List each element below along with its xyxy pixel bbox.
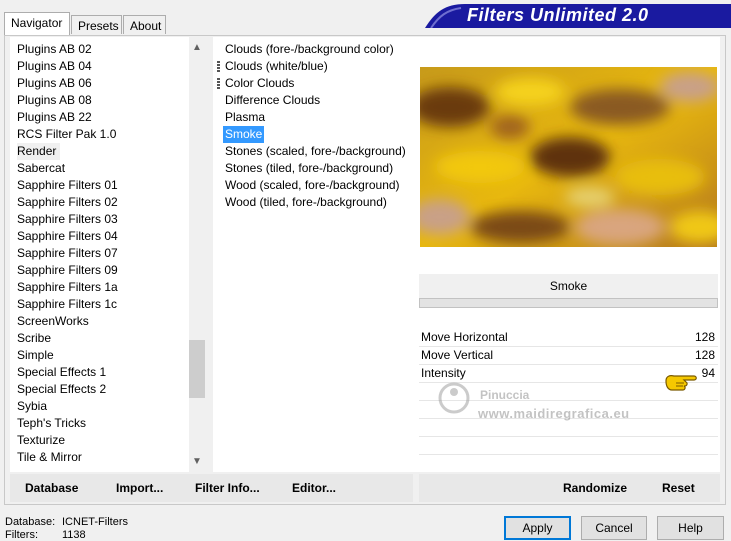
- status-value: 1138: [62, 529, 86, 541]
- tab-about[interactable]: About: [123, 15, 166, 34]
- category-item[interactable]: Simple: [17, 347, 54, 364]
- param-value: 128: [694, 330, 715, 344]
- filter-info-button[interactable]: Filter Info...: [195, 481, 260, 495]
- filter-item[interactable]: Plasma: [225, 109, 265, 126]
- category-item[interactable]: Sapphire Filters 1c: [17, 296, 117, 313]
- param-value: 128: [694, 348, 715, 362]
- param-label: Move Vertical: [421, 348, 494, 362]
- watermark-name: Pinuccia: [480, 388, 530, 402]
- filter-marker-icon: [217, 61, 220, 72]
- param-move-horizontal[interactable]: Move Horizontal 128: [421, 329, 717, 346]
- filter-item[interactable]: Clouds (fore-/background color): [225, 41, 394, 58]
- scroll-down-icon[interactable]: ▼: [192, 456, 202, 467]
- scroll-thumb[interactable]: [189, 340, 205, 398]
- status-filters: Filters: 1138: [5, 529, 86, 541]
- filter-item[interactable]: Smoke: [223, 126, 265, 143]
- filter-item[interactable]: Stones (scaled, fore-/background): [225, 143, 406, 160]
- randomize-button[interactable]: Randomize: [563, 481, 627, 495]
- param-move-vertical[interactable]: Move Vertical 128: [421, 347, 717, 364]
- category-item[interactable]: Texturize: [17, 432, 65, 449]
- help-button[interactable]: Help: [657, 516, 724, 540]
- category-item[interactable]: Plugins AB 04: [17, 58, 92, 75]
- category-item[interactable]: Sapphire Filters 02: [17, 194, 118, 211]
- list-toolbar: Database Import... Filter Info... Editor…: [10, 474, 413, 502]
- preview-toolbar: Randomize Reset: [419, 474, 720, 502]
- filter-name-label: Smoke: [419, 274, 718, 298]
- category-item[interactable]: Sapphire Filters 04: [17, 228, 118, 245]
- banner-title: Filters Unlimited 2.0: [467, 5, 649, 25]
- category-item[interactable]: Sapphire Filters 09: [17, 262, 118, 279]
- category-item[interactable]: Plugins AB 02: [17, 41, 92, 58]
- param-value: 94: [701, 366, 715, 380]
- filter-list[interactable]: Clouds (fore-/background color) Clouds (w…: [213, 37, 413, 472]
- status-database: Database: ICNET-Filters: [5, 516, 128, 528]
- category-item[interactable]: Sapphire Filters 03: [17, 211, 118, 228]
- tab-label: About: [130, 19, 162, 33]
- category-item[interactable]: Sabercat: [17, 160, 65, 177]
- category-scrollbar[interactable]: ▲ ▼: [189, 37, 205, 472]
- category-item[interactable]: Sapphire Filters 07: [17, 245, 118, 262]
- apply-button[interactable]: Apply: [504, 516, 571, 540]
- category-item[interactable]: Sybia: [17, 398, 47, 415]
- filter-marker-icon: [217, 78, 220, 89]
- category-item[interactable]: Scribe: [17, 330, 51, 347]
- category-item[interactable]: Plugins AB 08: [17, 92, 92, 109]
- watermark: Pinuccia www.maidiregrafica.eu: [436, 378, 686, 438]
- preview-image: [420, 67, 717, 247]
- tab-presets[interactable]: Presets: [71, 15, 122, 34]
- category-item[interactable]: Plugins AB 06: [17, 75, 92, 92]
- watermark-logo-icon: [438, 382, 470, 414]
- divider: [419, 454, 718, 455]
- database-button[interactable]: Database: [25, 481, 78, 495]
- tab-label: Navigator: [11, 16, 63, 30]
- category-item[interactable]: Special Effects 2: [17, 381, 106, 398]
- filter-item[interactable]: Color Clouds: [225, 75, 294, 92]
- filter-item[interactable]: Clouds (white/blue): [225, 58, 328, 75]
- control-slider[interactable]: [419, 298, 718, 308]
- import-button[interactable]: Import...: [116, 481, 163, 495]
- reset-button[interactable]: Reset: [662, 481, 695, 495]
- filter-item[interactable]: Wood (scaled, fore-/background): [225, 177, 400, 194]
- tab-label: Presets: [78, 19, 119, 33]
- category-item[interactable]: Special Effects 1: [17, 364, 106, 381]
- scroll-up-icon[interactable]: ▲: [192, 42, 202, 53]
- tab-navigator[interactable]: Navigator: [4, 12, 70, 35]
- category-item[interactable]: Teph's Tricks: [17, 415, 86, 432]
- category-item[interactable]: ScreenWorks: [17, 313, 89, 330]
- filter-item[interactable]: Difference Clouds: [225, 92, 320, 109]
- cancel-button[interactable]: Cancel: [581, 516, 647, 540]
- category-item[interactable]: Tile & Mirror: [17, 449, 82, 466]
- category-item[interactable]: RCS Filter Pak 1.0: [17, 126, 116, 143]
- editor-button[interactable]: Editor...: [292, 481, 336, 495]
- watermark-site: www.maidiregrafica.eu: [478, 406, 630, 421]
- status-value: ICNET-Filters: [62, 516, 128, 528]
- category-item[interactable]: Plugins AB 22: [17, 109, 92, 126]
- category-item[interactable]: Sapphire Filters 01: [17, 177, 118, 194]
- status-label: Filters:: [5, 529, 38, 541]
- category-list[interactable]: Plugins AB 02 Plugins AB 04 Plugins AB 06 P…: [10, 37, 205, 472]
- category-item[interactable]: Sapphire Filters 1a: [17, 279, 118, 296]
- status-label: Database:: [5, 516, 56, 528]
- filter-item[interactable]: Wood (tiled, fore-/background): [225, 194, 387, 211]
- category-item[interactable]: Render: [17, 143, 61, 160]
- param-label: Move Horizontal: [421, 330, 508, 344]
- filter-item[interactable]: Stones (tiled, fore-/background): [225, 160, 393, 177]
